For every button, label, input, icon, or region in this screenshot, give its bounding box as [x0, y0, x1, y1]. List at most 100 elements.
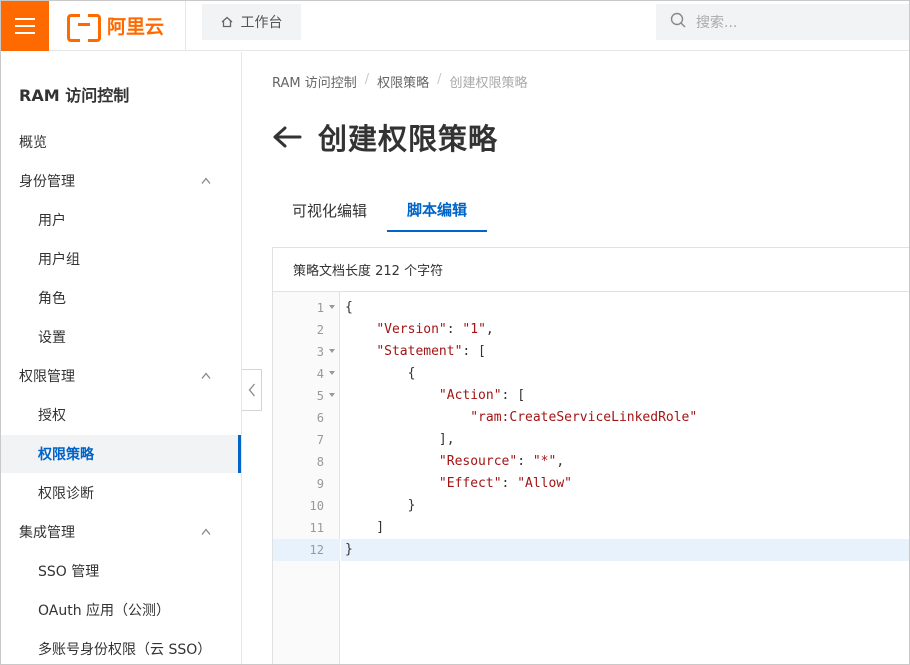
line-number: 5 — [316, 389, 324, 403]
sidebar-item[interactable]: 权限管理 — [1, 357, 241, 395]
tab-visual-edit[interactable]: 可视化编辑 — [272, 188, 387, 232]
sidebar-item-label: 设置 — [38, 330, 66, 346]
sidebar-item[interactable]: 角色 — [1, 279, 241, 317]
sidebar-item[interactable]: 权限诊断 — [1, 474, 241, 512]
workbench-button[interactable]: 工作台 — [202, 4, 301, 40]
gutter-cell: 5 — [273, 385, 340, 407]
sidebar-item[interactable]: 权限策略 — [1, 435, 241, 473]
code-line: 10 } — [273, 495, 909, 517]
gutter-cell: 6 — [273, 407, 340, 429]
code-editor[interactable]: 1{2 "Version": "1", 3 "Statement": [4 {5 … — [273, 292, 909, 664]
sidebar-item[interactable]: OAuth 应用（公测） — [1, 591, 241, 629]
sidebar-item-label: 多账号身份权限（云 SSO） — [38, 642, 212, 658]
line-number: 1 — [316, 301, 324, 315]
sidebar-item[interactable]: 设置 — [1, 318, 241, 356]
sidebar-item-label: 用户 — [38, 213, 66, 229]
code-line: 4 { — [273, 363, 909, 385]
fold-toggle-icon[interactable] — [329, 305, 335, 309]
line-number: 10 — [309, 499, 324, 513]
line-number: 2 — [316, 323, 324, 337]
sidebar-item[interactable]: 集成管理 — [1, 513, 241, 551]
code-text: "Resource": "*", — [438, 454, 565, 469]
breadcrumb-item-current: 创建权限策略 — [449, 76, 528, 91]
policy-length-status: 策略文档长度 212 个字符 — [273, 248, 909, 292]
top-bar: 阿里云 工作台 搜索... — [1, 1, 909, 51]
gutter-cell: 7 — [273, 429, 340, 451]
workbench-label: 工作台 — [240, 15, 283, 31]
gutter-cell: 9 — [273, 473, 340, 495]
sidebar-item-label: 权限策略 — [38, 447, 94, 463]
line-number: 8 — [316, 455, 324, 469]
line-number: 12 — [309, 543, 324, 557]
code-text: ], — [345, 432, 455, 447]
line-number: 11 — [309, 521, 324, 535]
gutter-cell: 4 — [273, 363, 340, 385]
sidebar-item[interactable]: 用户组 — [1, 240, 241, 278]
sidebar-item[interactable]: 概览 — [1, 123, 241, 161]
fold-toggle-icon[interactable] — [329, 349, 335, 353]
chevron-up-icon — [201, 528, 211, 535]
chevron-up-icon — [201, 372, 211, 379]
breadcrumb-separator: / — [437, 72, 442, 87]
sidebar-item[interactable]: 身份管理 — [1, 162, 241, 200]
code-text: { — [345, 300, 353, 315]
code-text: } — [345, 498, 416, 513]
code-line: 3 "Statement": [ — [273, 341, 909, 363]
line-number: 3 — [316, 345, 324, 359]
brand-logo[interactable]: 阿里云 — [67, 12, 165, 42]
line-number: 4 — [316, 367, 324, 381]
aliyun-logo-icon — [67, 14, 101, 42]
breadcrumb-item-policies[interactable]: 权限策略 — [377, 72, 429, 91]
sidebar-item[interactable]: 授权 — [1, 396, 241, 434]
main-content: RAM 访问控制 / 权限策略 / 创建权限策略 创建权限策略 可视化编辑 脚本… — [243, 52, 909, 664]
code-line: 2 "Version": "1", — [273, 319, 909, 341]
gutter-cell: 10 — [273, 495, 340, 517]
code-line: 6 "ram:CreateServiceLinkedRole" — [273, 407, 909, 429]
code-text: "ram:CreateServiceLinkedRole" — [470, 410, 698, 425]
code-text: "Action": [ — [438, 388, 526, 403]
policy-editor: 策略文档长度 212 个字符 1{2 "Version": "1", 3 "Sta… — [272, 247, 909, 664]
tab-script-edit[interactable]: 脚本编辑 — [387, 188, 488, 232]
gutter-cell: 12 — [273, 539, 340, 561]
line-number: 9 — [316, 477, 324, 491]
gutter-cell: 3 — [273, 341, 340, 363]
code-text: "Effect": "Allow" — [438, 476, 572, 491]
sidebar-item[interactable]: 多账号身份权限（云 SSO） — [1, 630, 241, 664]
fold-toggle-icon[interactable] — [329, 371, 335, 375]
app-frame: 阿里云 工作台 搜索... RAM 访问控制 概览 身份管理 用户 用户组 角色 设置 权限… — [0, 0, 910, 665]
sidebar-item-label: 权限管理 — [19, 369, 75, 385]
back-arrow-icon[interactable] — [272, 125, 302, 149]
sidebar-item-label: 角色 — [38, 291, 66, 307]
breadcrumb-item-ram[interactable]: RAM 访问控制 — [272, 72, 357, 91]
sidebar-item-label: 授权 — [38, 408, 66, 424]
code-text: ] — [345, 520, 385, 535]
sidebar-item-label: SSO 管理 — [38, 564, 100, 580]
editor-tabs: 可视化编辑 脚本编辑 — [272, 188, 488, 232]
brand-name: 阿里云 — [107, 15, 165, 38]
code-line: 8 "Resource": "*", — [273, 451, 909, 473]
code-text: } — [341, 539, 909, 561]
sidebar-item[interactable]: SSO 管理 — [1, 552, 241, 590]
sidebar-item-label: 用户组 — [38, 252, 80, 268]
code-text: "Version": "1", — [376, 322, 494, 337]
search-input[interactable]: 搜索... — [656, 4, 909, 40]
menu-icon[interactable] — [1, 1, 49, 51]
code-line: 12} — [273, 539, 909, 561]
home-icon — [221, 16, 233, 28]
page-header: 创建权限策略 — [272, 116, 498, 158]
breadcrumb-separator: / — [364, 72, 370, 87]
page-title: 创建权限策略 — [318, 122, 499, 156]
code-line: 9 "Effect": "Allow" — [273, 473, 909, 495]
chevron-up-icon — [201, 177, 211, 184]
sidebar-item[interactable]: 用户 — [1, 201, 241, 239]
gutter-cell: 1 — [273, 297, 340, 319]
sidebar-item-label: 身份管理 — [19, 174, 75, 190]
sidebar: RAM 访问控制 概览 身份管理 用户 用户组 角色 设置 权限管理 授权 权限策略 权限诊断 集成… — [1, 52, 242, 664]
sidebar-item-label: OAuth 应用（公测） — [38, 603, 171, 619]
divider — [185, 1, 186, 51]
gutter-cell: 11 — [273, 517, 340, 539]
gutter-cell: 2 — [273, 319, 340, 341]
breadcrumb: RAM 访问控制 / 权限策略 / 创建权限策略 — [272, 72, 528, 91]
code-line: 1{ — [273, 297, 909, 319]
fold-toggle-icon[interactable] — [329, 393, 335, 397]
